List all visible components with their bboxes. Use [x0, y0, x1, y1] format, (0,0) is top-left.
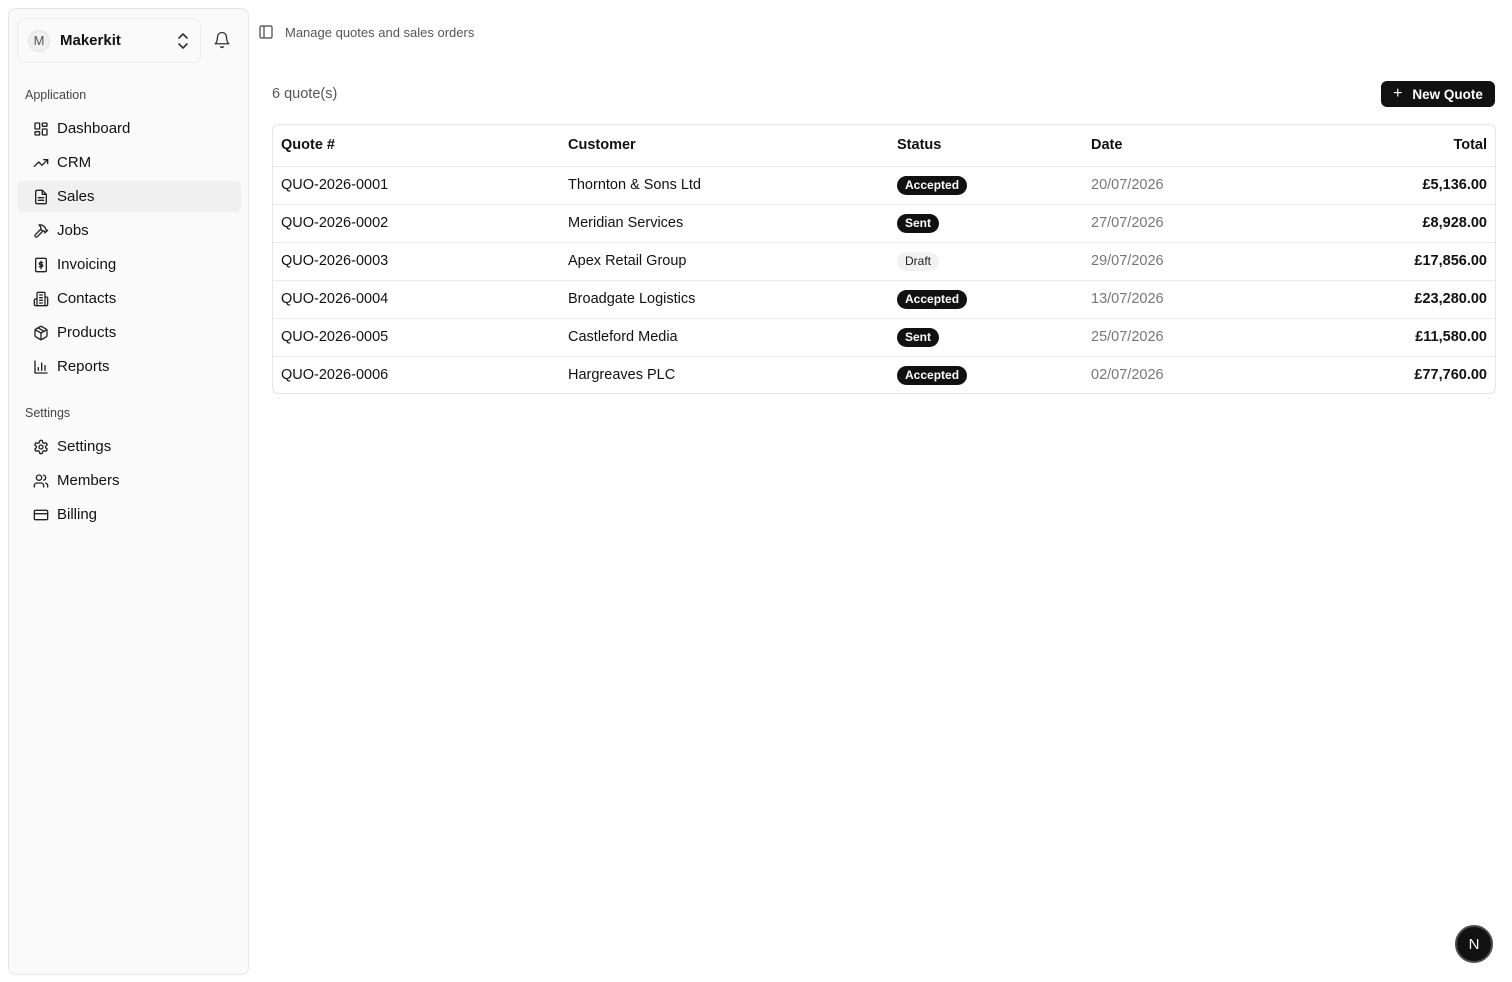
trending-up-icon [33, 158, 49, 167]
sidebar: M Makerkit Application Dashboard CRM Sal… [8, 8, 249, 975]
sidebar-item-label: Settings [57, 438, 112, 455]
quote-date: 13/07/2026 [1083, 280, 1283, 319]
sidebar-item-label: Contacts [57, 290, 117, 307]
sidebar-item-label: Members [57, 472, 120, 489]
status-cell: Accepted [889, 166, 1083, 205]
sidebar-item-label: Invoicing [57, 256, 117, 273]
column-header-total[interactable]: Total [1283, 125, 1495, 167]
status-badge: Sent [897, 327, 940, 347]
bell-icon[interactable] [213, 31, 231, 49]
customer-name: Thornton & Sons Ltd [560, 166, 889, 205]
quote-total: £23,280.00 [1283, 280, 1495, 319]
sidebar-item-settings[interactable]: Settings [17, 431, 241, 462]
sidebar-item-label: Dashboard [57, 120, 131, 137]
sidebar-item-dashboard[interactable]: Dashboard [17, 113, 241, 144]
sidebar-item-label: Products [57, 324, 117, 341]
column-header-customer[interactable]: Customer [560, 125, 889, 167]
quote-date: 02/07/2026 [1091, 367, 1164, 384]
bar-chart-icon [34, 359, 48, 374]
status-badge: Accepted [897, 175, 968, 195]
quote-date: 29/07/2026 [1083, 242, 1283, 281]
sidebar-item-billing[interactable]: Billing [17, 499, 241, 530]
table-row[interactable]: QUO-2026-0002 Meridian Services Sent 27/… [273, 204, 1495, 243]
quote-number[interactable]: QUO-2026-0001 [273, 166, 560, 205]
file-text-icon [35, 189, 47, 204]
nav-section-settings: Settings [25, 406, 71, 420]
table-header-row: Quote # Customer Status Date Total [273, 125, 1495, 167]
table-row[interactable]: QUO-2026-0001 Thornton & Sons Ltd Accept… [273, 166, 1495, 205]
sidebar-item-contacts[interactable]: Contacts [17, 283, 241, 314]
table-row[interactable]: QUO-2026-0003 Apex Retail Group Draft 29… [273, 242, 1495, 281]
hammer-icon [34, 223, 49, 238]
status-cell: Draft [889, 242, 1083, 281]
column-header-date[interactable]: Date [1083, 125, 1283, 167]
sidebar-toggle-icon[interactable] [258, 24, 274, 40]
gear-icon [34, 439, 48, 454]
account-name: Makerkit [60, 32, 121, 49]
sidebar-item-label: CRM [57, 154, 92, 171]
status-cell: Sent [889, 318, 1083, 357]
status-badge: Draft [897, 251, 940, 271]
quote-number[interactable]: QUO-2026-0004 [273, 280, 560, 319]
receipt-icon [35, 257, 47, 272]
new-quote-label: New Quote [1412, 86, 1483, 102]
quote-total: £8,928.00 [1283, 204, 1495, 243]
topbar: Manage quotes and sales orders [258, 22, 474, 42]
status-badge: Accepted [897, 289, 968, 309]
sidebar-item-jobs[interactable]: Jobs [17, 215, 241, 246]
status-cell: Accepted [889, 356, 1083, 393]
quote-date: 25/07/2026 [1083, 318, 1283, 357]
quote-total: £5,136.00 [1283, 166, 1495, 205]
status-cell: Accepted [889, 280, 1083, 319]
customer-name: Meridian Services [560, 204, 889, 243]
column-header-quote[interactable]: Quote # [273, 125, 560, 167]
status-badge: Sent [897, 213, 940, 233]
sidebar-item-invoicing[interactable]: Invoicing [17, 249, 241, 280]
account-avatar: M [28, 29, 50, 52]
quote-number[interactable]: QUO-2026-0002 [273, 204, 560, 243]
customer-name: Hargreaves PLC [568, 367, 676, 384]
plus-icon: + [1393, 85, 1403, 102]
new-quote-button[interactable]: + New Quote [1381, 81, 1495, 107]
sidebar-item-label: Sales [57, 188, 95, 205]
building-icon [33, 291, 49, 306]
chevrons-up-down-icon [178, 32, 188, 49]
sidebar-item-label: Billing [57, 506, 98, 523]
table-row[interactable]: QUO-2026-0004 Broadgate Logistics Accept… [273, 280, 1495, 319]
customer-name: Apex Retail Group [560, 242, 889, 281]
sidebar-item-products[interactable]: Products [17, 317, 241, 348]
package-icon [34, 325, 48, 340]
table-row[interactable]: QUO-2026-0006 Hargreaves PLC Accepted 02… [273, 356, 1495, 393]
status-cell: Sent [889, 204, 1083, 243]
sidebar-item-crm[interactable]: CRM [17, 147, 241, 178]
sidebar-item-label: Jobs [57, 222, 89, 239]
credit-card-icon [33, 509, 49, 520]
table-row[interactable]: QUO-2026-0005 Castleford Media Sent 25/0… [273, 318, 1495, 357]
layout-dashboard-icon [34, 121, 48, 136]
customer-name: Broadgate Logistics [560, 280, 889, 319]
quote-total: £17,856.00 [1283, 242, 1495, 281]
quote-number[interactable]: QUO-2026-0006 [273, 356, 560, 393]
account-switcher[interactable]: M Makerkit [17, 18, 201, 63]
quotes-table: Quote # Customer Status Date Total QUO-2… [272, 124, 1496, 394]
users-icon [33, 473, 49, 488]
column-header-status[interactable]: Status [889, 125, 1083, 167]
nextjs-dev-badge[interactable]: N [1455, 925, 1493, 963]
quote-date: 20/07/2026 [1083, 166, 1283, 205]
sidebar-item-label: Reports [57, 358, 110, 375]
quote-number[interactable]: QUO-2026-0005 [273, 318, 560, 357]
quote-number[interactable]: QUO-2026-0003 [273, 242, 560, 281]
page-subtitle: Manage quotes and sales orders [285, 24, 475, 40]
nav-section-application: Application [25, 88, 87, 102]
quote-total: £77,760.00 [1414, 367, 1487, 384]
sidebar-item-sales[interactable]: Sales [17, 181, 241, 212]
quote-date: 27/07/2026 [1083, 204, 1283, 243]
sidebar-item-members[interactable]: Members [17, 465, 241, 496]
customer-name: Castleford Media [560, 318, 889, 357]
quote-count: 6 quote(s) [272, 86, 338, 102]
status-badge: Accepted [897, 365, 968, 385]
quote-total: £11,580.00 [1283, 318, 1495, 357]
sidebar-item-reports[interactable]: Reports [17, 351, 241, 382]
